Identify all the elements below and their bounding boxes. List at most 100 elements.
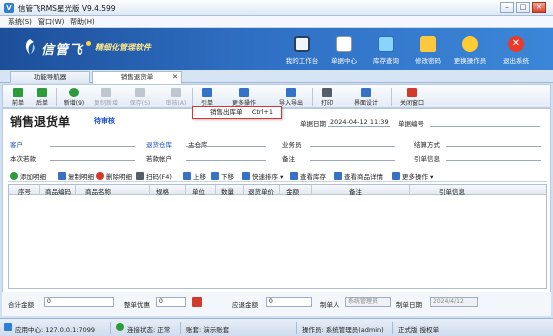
brand-slogan: 精细化管理软件 (95, 43, 151, 52)
col-amount: 金额 (286, 188, 299, 196)
salesman-field[interactable] (310, 146, 395, 147)
ui-design-label: 界面设计 (353, 100, 378, 107)
lock-icon (420, 36, 436, 52)
warehouse-value[interactable]: 主仓库 (188, 139, 208, 149)
dropdown-item-label: 销售出库单 (210, 108, 243, 116)
prev-doc-button[interactable]: 前单 (7, 87, 29, 107)
exit-system-label: 退出系统 (503, 57, 529, 65)
close-button[interactable]: ✕ (532, 2, 546, 13)
total-label: 合计金额 (8, 301, 34, 309)
import-doc-button[interactable]: 引单 (195, 87, 219, 107)
save-icon (135, 88, 145, 97)
discount-calc-icon[interactable] (192, 297, 202, 307)
balance-label: 本次若款 (10, 155, 36, 163)
discount-label: 整单优惠 (124, 301, 150, 309)
status-badge[interactable]: 待审核 (94, 116, 115, 126)
save-button[interactable]: 保存(S) (125, 87, 155, 107)
date-label: 单据日期 (300, 120, 326, 128)
copy-new-button[interactable]: 复制新增 (90, 87, 122, 107)
approve-button[interactable]: 审核(A) (161, 87, 191, 107)
toolbar-separator (192, 88, 193, 106)
ui-design-button[interactable]: 界面设计 (349, 87, 383, 107)
grid-more-button[interactable]: 更多操作 ▾ (392, 171, 433, 181)
window-titlebar: V 信管飞RMS星光版 V9.4.599 – □ ✕ (0, 0, 553, 16)
move-up-button[interactable]: 上移 (183, 171, 206, 181)
import-export-label: 导入导出 (278, 100, 303, 107)
col-remark: 备注 (349, 188, 362, 196)
menu-system[interactable]: 系统(S) (8, 17, 32, 27)
totals-footer: 合计金额 0 整单优惠 0 应退金额 0 制单人 系统管理员 制单日期 2024… (2, 292, 551, 316)
tab-close-icon[interactable]: ✕ (172, 72, 178, 83)
copy-row-button[interactable]: 复制明细 (58, 171, 94, 181)
toolbar-separator (56, 88, 57, 106)
switch-operator-button[interactable]: 更换操作员 (450, 32, 490, 68)
status-bar: 应用中心: 127.0.0.1:7099 连接状态: 正常 账套: 演示账套 操… (0, 318, 553, 336)
warehouse-field[interactable] (186, 146, 266, 147)
quick-sort-button[interactable]: 快速排序 ▾ (242, 171, 283, 181)
stock-icon (290, 172, 298, 180)
date-field[interactable]: 2024-04-12 11:39 (330, 118, 389, 126)
prev-doc-label: 前单 (11, 100, 24, 107)
settle-field[interactable] (446, 146, 541, 147)
menu-bar: 系统(S) 窗口(W) 帮助(H) (0, 16, 553, 28)
switch-operator-label: 更换操作员 (453, 57, 487, 65)
tab-sales-return[interactable]: 销售退货单 ✕ (92, 71, 182, 84)
next-icon (37, 88, 47, 97)
payable-field[interactable]: 0 (266, 297, 312, 307)
more-ops-button[interactable]: 更多操作 (227, 87, 261, 107)
col-divider (149, 185, 150, 195)
new-button[interactable]: 新增(9) (60, 87, 88, 107)
ref-field[interactable] (446, 160, 541, 161)
view-stock-label: 查看库存 (300, 173, 326, 181)
quick-sort-label: 快速排序 ▾ (252, 173, 284, 181)
print-button[interactable]: 打印 (316, 87, 338, 107)
close-window-button[interactable]: 关闭窗口 (395, 87, 429, 107)
make-date-label: 制单日期 (396, 301, 422, 309)
import-doc-menu-item[interactable]: 销售出库单 Ctrl+1 (192, 106, 282, 119)
monitor-icon (294, 36, 310, 52)
payable-label: 应退金额 (232, 301, 258, 309)
tab-navigator[interactable]: 功能导航器 (10, 71, 90, 83)
document-center-label: 单据中心 (331, 57, 357, 65)
remark-field[interactable] (310, 160, 395, 161)
import-export-button[interactable]: 导入导出 (274, 87, 308, 107)
detail-icon (334, 172, 342, 180)
customer-field[interactable] (50, 146, 135, 147)
detail-grid[interactable]: 序号 商品编码 商品名称 规格 单位 数量 退货单价 金额 备注 引单信息 (8, 184, 547, 289)
next-doc-button[interactable]: 后单 (31, 87, 53, 107)
move-down-button[interactable]: 下移 (211, 171, 234, 181)
docno-field[interactable] (430, 126, 540, 127)
menu-window[interactable]: 窗口(W) (38, 17, 64, 27)
balance-field[interactable] (50, 160, 135, 161)
account-field[interactable] (186, 160, 266, 161)
print-label: 打印 (320, 100, 333, 107)
ref-label: 引单信息 (414, 155, 440, 163)
maximize-button[interactable]: □ (516, 2, 530, 13)
remark-label: 备注 (282, 155, 295, 163)
total-field[interactable]: 0 (44, 297, 114, 307)
workbench-button[interactable]: 我的工作台 (282, 32, 322, 68)
document-center-button[interactable]: 单据中心 (324, 32, 364, 68)
view-stock-button[interactable]: 查看库存 (290, 171, 326, 181)
salesman-label: 业务员 (282, 141, 302, 149)
add-row-button[interactable]: 添加明细 (10, 171, 46, 181)
discount-field[interactable]: 0 (156, 297, 186, 307)
settle-label: 结算方式 (414, 141, 440, 149)
col-spec: 规格 (156, 188, 169, 196)
menu-help[interactable]: 帮助(H) (70, 17, 95, 27)
inventory-query-button[interactable]: 库存查询 (366, 32, 406, 68)
change-password-label: 修改密码 (415, 57, 441, 65)
docno-label: 单据编号 (398, 120, 424, 128)
maker-field: 系统管理员 (345, 297, 391, 307)
scan-button[interactable]: 扫码(F4) (136, 171, 172, 181)
connection-ok-icon (116, 323, 124, 331)
date-underline (328, 126, 390, 127)
minimize-button[interactable]: – (500, 2, 514, 13)
exit-system-button[interactable]: ✕ 退出系统 (496, 32, 536, 68)
change-password-button[interactable]: 修改密码 (408, 32, 448, 68)
view-detail-button[interactable]: 查看商品详情 (334, 171, 383, 181)
view-detail-label: 查看商品详情 (344, 173, 383, 181)
dropdown-item-shortcut: Ctrl+1 (251, 108, 273, 116)
delete-row-button[interactable]: 删除明细 (96, 171, 132, 181)
grid-header: 序号 商品编码 商品名称 规格 单位 数量 退货单价 金额 备注 引单信息 (9, 185, 546, 196)
